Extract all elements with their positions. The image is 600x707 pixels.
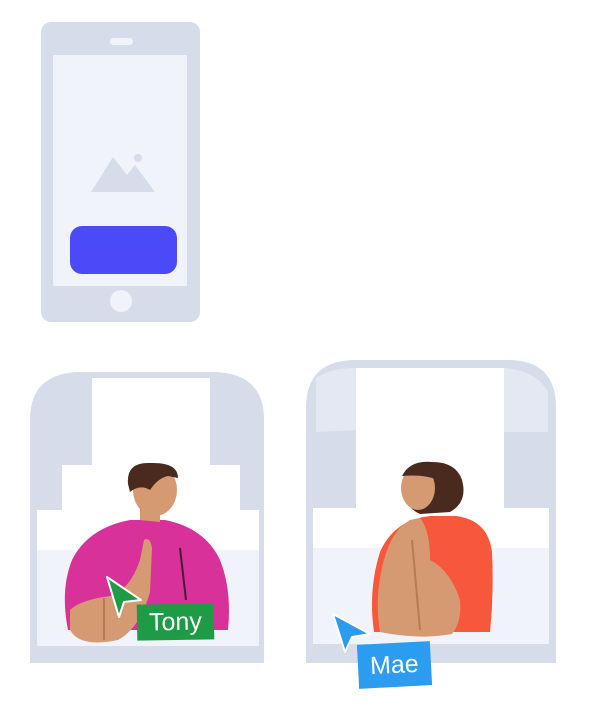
phone-mockup-icon [41,22,200,322]
primary-button[interactable] [70,226,177,274]
scene-illustration [30,22,556,663]
participant-name-tag-tony: Tony [136,603,215,641]
participant-name-tag-mae: Mae [356,641,432,689]
video-tile-mae [306,360,556,663]
